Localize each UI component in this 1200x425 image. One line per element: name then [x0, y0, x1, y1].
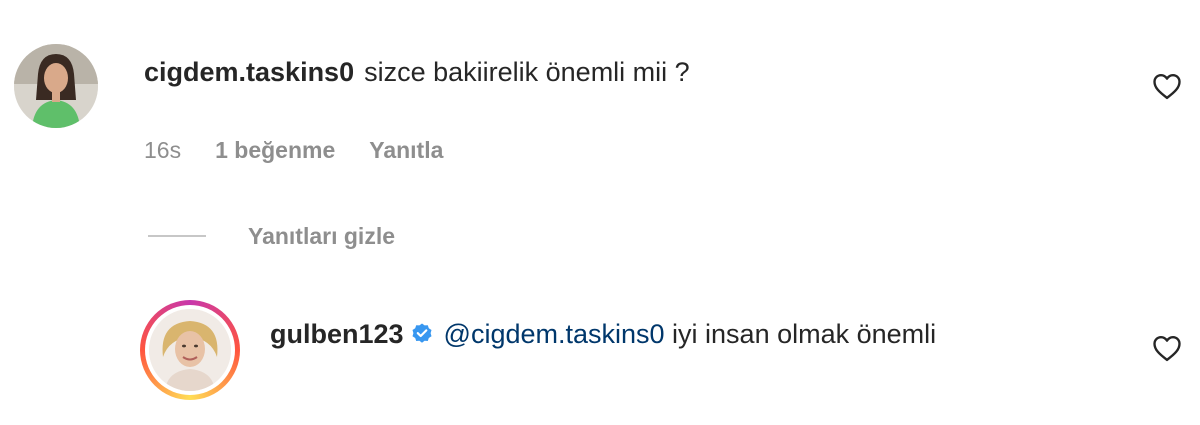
divider	[148, 235, 206, 237]
story-ring[interactable]	[140, 300, 240, 400]
hide-replies-label: Yanıtları gizle	[248, 222, 395, 249]
mention-link[interactable]: @cigdem.taskins0	[444, 319, 665, 349]
comment-line: cigdem.taskins0 sizce bakiirelik önemli …	[144, 50, 690, 94]
comment-meta: 16s 1 beğenme Yanıtla	[144, 132, 477, 168]
reply-username[interactable]: gulben123	[270, 319, 404, 349]
hide-replies-toggle[interactable]: Yanıtları gizle	[148, 216, 395, 256]
avatar	[149, 309, 231, 391]
comment-username[interactable]: cigdem.taskins0	[144, 50, 354, 94]
user-photo	[14, 44, 98, 128]
verified-badge-icon	[412, 323, 432, 343]
avatar-gap	[145, 305, 235, 395]
user-photo	[149, 309, 231, 391]
comment-text: sizce bakiirelik önemli mii ?	[364, 57, 690, 87]
avatar[interactable]	[14, 44, 98, 128]
comment-likes[interactable]: 1 beğenme	[215, 137, 335, 164]
comment-time[interactable]: 16s	[144, 137, 181, 164]
reply-text: iyi insan olmak önemli	[664, 319, 937, 349]
reply-body: gulben123 @cigdem.taskins0 iyi insan olm…	[270, 312, 1130, 356]
heart-outline-icon[interactable]	[1152, 72, 1182, 100]
heart-outline-icon[interactable]	[1152, 334, 1182, 362]
reply-button[interactable]: Yanıtla	[369, 137, 443, 164]
